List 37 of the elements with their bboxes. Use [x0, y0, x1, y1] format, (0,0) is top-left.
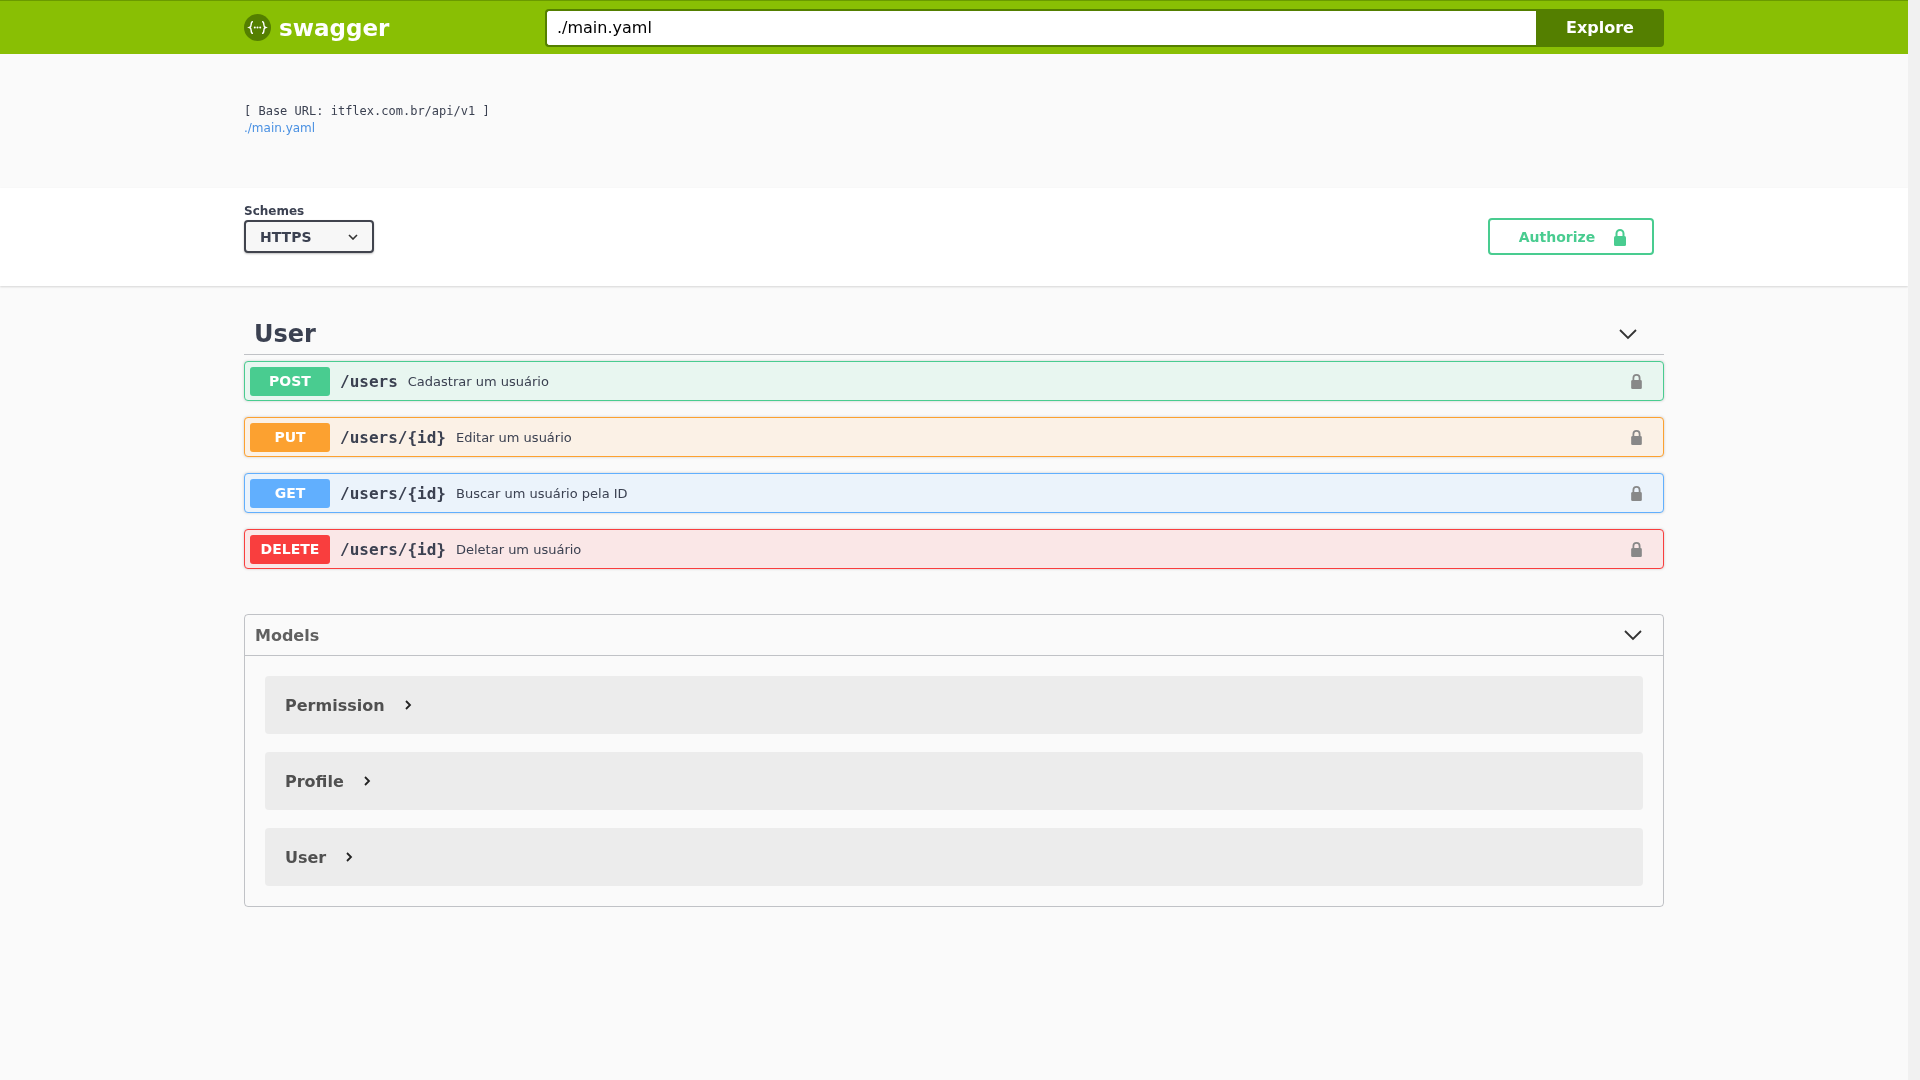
endpoint-summary: Editar um usuário: [455, 429, 573, 445]
endpoint-summary: Cadastrar um usuário: [407, 373, 550, 389]
method-badge: POST: [250, 366, 330, 396]
chevron-down-icon: [348, 233, 358, 240]
endpoint-summary: Deletar um usuário: [455, 541, 583, 557]
schemes-label: Schemes: [244, 204, 306, 218]
schemes-select[interactable]: HTTPS: [244, 220, 374, 253]
operation-row[interactable]: GET /users/{id} Buscar um usuário pela ID: [244, 473, 1664, 513]
endpoint-summary: Buscar um usuário pela ID: [455, 485, 629, 501]
model-item[interactable]: User: [265, 828, 1643, 886]
model-item[interactable]: Permission: [265, 676, 1643, 734]
method-badge: DELETE: [250, 534, 330, 564]
chevron-right-icon: [402, 700, 413, 710]
operation-row[interactable]: DELETE /users/{id} Deletar um usuário: [244, 529, 1664, 569]
logo-icon: [244, 14, 271, 41]
endpoint-path: /users/{id}: [340, 427, 446, 447]
explore-button[interactable]: Explore: [1536, 8, 1664, 47]
endpoint-path: /users/{id}: [340, 483, 446, 503]
chevron-right-icon: [344, 852, 355, 862]
endpoint-path: /users/{id}: [340, 539, 446, 559]
models-header[interactable]: Models: [245, 615, 1663, 656]
model-item[interactable]: Profile: [265, 752, 1643, 810]
method-badge: GET: [250, 478, 330, 508]
url-field[interactable]: ./main.yaml: [545, 8, 1536, 47]
method-badge: PUT: [250, 422, 330, 452]
base-url: [ Base URL: itflex.com.br/api/v1 ]: [244, 104, 491, 118]
endpoint-path: /users: [340, 371, 398, 391]
operation-row[interactable]: PUT /users/{id} Editar um usuário: [244, 417, 1664, 457]
lock-icon: [1613, 227, 1628, 246]
chevron-right-icon: [361, 776, 372, 786]
operation-row[interactable]: POST /users Cadastrar um usuário: [244, 361, 1664, 401]
tag-header[interactable]: User: [244, 316, 1664, 355]
lock-icon[interactable]: [1630, 429, 1643, 445]
brand-name: swagger: [279, 14, 390, 41]
lock-icon[interactable]: [1630, 485, 1643, 501]
lock-icon[interactable]: [1630, 541, 1643, 557]
lock-icon[interactable]: [1630, 373, 1643, 389]
